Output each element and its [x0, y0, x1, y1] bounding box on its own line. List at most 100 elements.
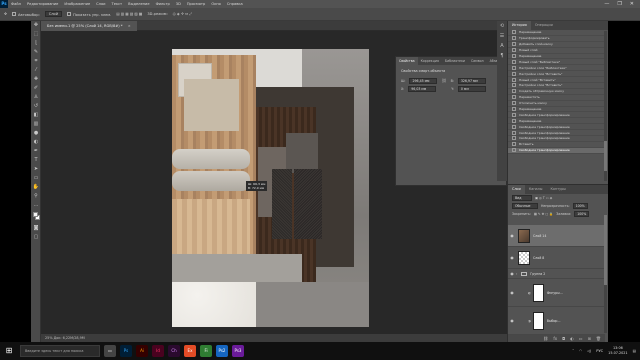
trash-icon[interactable]: 🗑	[596, 335, 601, 342]
align-icons[interactable]: ▤ ▥ ▦ ▧ ▨ ▩	[116, 12, 142, 16]
layer-row-selected[interactable]: ◉ Слой 14	[508, 225, 605, 247]
stamp-tool-icon[interactable]: ♙	[31, 93, 41, 102]
notifications-icon[interactable]: ▤	[633, 349, 636, 353]
more-tools-icon[interactable]: …	[31, 201, 41, 210]
opacity-field[interactable]: 100%	[572, 203, 588, 209]
hand-tool-icon[interactable]: ✋	[31, 183, 41, 192]
visibility-eye-icon[interactable]: ◉	[508, 290, 516, 295]
quick-mask-icon[interactable]: ◙	[31, 224, 41, 233]
menu-file[interactable]: Файл	[8, 2, 24, 6]
menu-filter[interactable]: Фильтр	[153, 2, 173, 6]
layer-row[interactable]: ◉ Слой 8	[508, 247, 605, 269]
new-group-icon[interactable]: ▭	[579, 335, 583, 342]
foreground-color-swatch[interactable]	[33, 212, 38, 217]
taskbar-search[interactable]: Введите здесь текст для поиска	[20, 345, 100, 357]
tab-layers[interactable]: Слои	[508, 185, 525, 194]
tab-libraries[interactable]: Библиотеки	[442, 57, 468, 65]
volume-icon[interactable]: ◁)	[587, 349, 591, 353]
character-animator-taskbar-icon[interactable]: Ch	[168, 345, 180, 357]
task-view-icon[interactable]: ▭	[104, 345, 116, 357]
lock-icons[interactable]: ▦ ✎ ✥ ▢ 🔒	[534, 212, 553, 216]
menu-3d[interactable]: 3D	[173, 2, 184, 6]
maximize-button[interactable]: ❐	[617, 1, 621, 7]
document-tab[interactable]: Без имени-1 @ 25% (Слой 14, RGB/8#) * ×	[41, 21, 137, 31]
tab-actions[interactable]: Операции	[531, 21, 557, 30]
layer-row[interactable]: ◉ ◐ Фигуры...	[508, 279, 605, 307]
adjustment-layer-icon[interactable]: ◐	[570, 335, 574, 342]
tab-paths[interactable]: Контуры	[546, 185, 570, 194]
healing-tool-icon[interactable]: ✚	[31, 75, 41, 84]
expand-chevron-icon[interactable]: ›	[516, 272, 517, 276]
menu-type[interactable]: Текст	[109, 2, 126, 6]
link-icon[interactable]: ⛓	[441, 78, 446, 84]
menu-view[interactable]: Просмотр	[184, 2, 208, 6]
autoselect-checkbox[interactable]: Автовыбор:	[12, 11, 40, 17]
layer-group-row[interactable]: ◉ › Группа 2	[508, 269, 605, 279]
lasso-tool-icon[interactable]: ɭ	[31, 39, 41, 48]
layers-scroll-thumb[interactable]	[604, 215, 607, 285]
gradient-tool-icon[interactable]: ▥	[31, 120, 41, 129]
visibility-eye-icon[interactable]: ◉	[508, 255, 516, 260]
history-scroll-thumb[interactable]	[604, 141, 607, 171]
menu-layers[interactable]: Слои	[93, 2, 108, 6]
clock[interactable]: 13:06 15.07.2021	[608, 346, 627, 356]
history-brush-icon[interactable]: ↺	[31, 102, 41, 111]
color-swatches[interactable]	[31, 210, 40, 224]
link-layers-icon[interactable]: ⛓	[543, 335, 548, 342]
zoom-tool-icon[interactable]: ⚲	[31, 192, 41, 201]
moodboard-document[interactable]: Ш: 66,3 мм В: 72,9 мм	[172, 49, 369, 327]
blur-tool-icon[interactable]: ●	[31, 129, 41, 138]
height-field[interactable]: 326,97 мм	[457, 78, 486, 84]
type-tool-icon[interactable]: T	[31, 156, 41, 165]
eraser-tool-icon[interactable]: ◧	[31, 111, 41, 120]
tab-adjustments[interactable]: Коррекция	[418, 57, 442, 65]
blend-mode-dropdown[interactable]: Обычные	[512, 203, 538, 209]
marquee-tool-icon[interactable]: ⬚	[31, 30, 41, 39]
explorer-taskbar-icon[interactable]: Ex	[184, 345, 196, 357]
brush-tool-icon[interactable]: ✐	[31, 84, 41, 93]
language-indicator[interactable]: РУС	[596, 349, 603, 353]
illustrator-taskbar-icon[interactable]: Ai	[136, 345, 148, 357]
layer-kind-filter[interactable]: Вид	[512, 195, 532, 201]
history-panel-icon[interactable]: ⟲	[497, 21, 507, 31]
network-icon[interactable]: ◠	[579, 349, 582, 353]
visibility-eye-icon[interactable]: ◉	[508, 318, 516, 323]
width-field[interactable]: 296,45 мм	[409, 78, 438, 84]
history-item-selected[interactable]: Свободное трансформирование	[508, 147, 604, 154]
paragraph-panel-icon[interactable]: ¶	[497, 51, 507, 61]
fx-icon[interactable]: fx	[553, 335, 557, 342]
indesign-taskbar-icon[interactable]: Id	[152, 345, 164, 357]
pen-tool-icon[interactable]: ✒	[31, 147, 41, 156]
menu-image[interactable]: Изображение	[61, 2, 93, 6]
autoselect-dropdown[interactable]: Слой	[44, 11, 63, 17]
visibility-eye-icon[interactable]: ◉	[508, 271, 516, 276]
files-taskbar-icon[interactable]: Fi	[200, 345, 212, 357]
windows-start-icon[interactable]: ⊞	[0, 342, 18, 360]
photoshop-taskbar-icon[interactable]: Ps	[120, 345, 132, 357]
layer-row[interactable]: ◉ ◑ Выбор...	[508, 307, 605, 335]
menu-select[interactable]: Выделение	[125, 2, 152, 6]
character-panel-icon[interactable]: A	[497, 41, 507, 51]
path-select-tool-icon[interactable]: ➤	[31, 165, 41, 174]
screen-mode-icon[interactable]: ▢	[31, 233, 41, 242]
properties-panel-icon[interactable]: ☰	[497, 31, 507, 41]
move-tool-icon[interactable]: ✥	[4, 12, 7, 16]
dodge-tool-icon[interactable]: ◐	[31, 138, 41, 147]
minimize-button[interactable]: —	[604, 1, 609, 7]
crop-tool-icon[interactable]: ⌗	[31, 57, 41, 66]
tab-properties[interactable]: Свойства	[396, 57, 418, 65]
visibility-eye-icon[interactable]: ◉	[508, 233, 516, 238]
tray-chevron-icon[interactable]: ˄	[572, 349, 574, 353]
eyedropper-tool-icon[interactable]: ⁄	[31, 66, 41, 75]
y-field[interactable]: 0 мм	[457, 86, 486, 92]
fill-field[interactable]: 100%	[574, 211, 590, 217]
shape-tool-icon[interactable]: ▭	[31, 174, 41, 183]
tab-channels[interactable]: Каналы	[525, 185, 547, 194]
quick-select-tool-icon[interactable]: ✎	[31, 48, 41, 57]
3d-mode-icons[interactable]: ◎ ◈ ✢ ⇔ ⤢	[173, 12, 192, 16]
add-mask-icon[interactable]: ◘	[562, 335, 565, 342]
menu-edit[interactable]: Редактирование	[24, 2, 61, 6]
close-tab-icon[interactable]: ×	[128, 24, 131, 28]
menu-help[interactable]: Справка	[224, 2, 246, 6]
tab-history[interactable]: История	[508, 21, 531, 30]
